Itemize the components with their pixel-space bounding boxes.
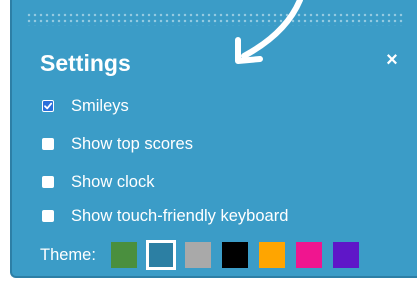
show-touch-keyboard-label: Show touch-friendly keyboard <box>71 207 289 225</box>
theme-row: Theme: <box>40 240 370 270</box>
show-clock-checkbox[interactable] <box>42 176 54 188</box>
theme-swatch-gray[interactable] <box>184 242 211 268</box>
theme-swatch-blue[interactable] <box>145 240 176 270</box>
option-smileys[interactable]: Smileys <box>42 94 129 118</box>
theme-swatch-orange[interactable] <box>258 242 285 268</box>
settings-panel: Settings × Smileys Show top scores Show … <box>10 0 417 278</box>
theme-swatch-pink[interactable] <box>295 242 322 268</box>
drag-handle-icon[interactable] <box>26 12 404 26</box>
show-clock-label: Show clock <box>71 173 155 191</box>
smileys-checkbox[interactable] <box>42 100 54 112</box>
theme-swatch-purple[interactable] <box>332 242 359 268</box>
option-show-touch-keyboard[interactable]: Show touch-friendly keyboard <box>42 204 288 228</box>
checkmark-icon <box>44 102 53 110</box>
settings-title: Settings <box>40 50 131 76</box>
option-show-top-scores[interactable]: Show top scores <box>42 132 193 156</box>
theme-label: Theme: <box>40 245 96 264</box>
close-icon[interactable]: × <box>380 48 404 72</box>
show-touch-keyboard-checkbox[interactable] <box>42 210 54 222</box>
theme-swatch-black[interactable] <box>221 242 248 268</box>
show-top-scores-checkbox[interactable] <box>42 138 54 150</box>
show-top-scores-label: Show top scores <box>71 135 193 153</box>
option-show-clock[interactable]: Show clock <box>42 170 154 194</box>
smileys-label: Smileys <box>71 97 129 115</box>
theme-swatch-green[interactable] <box>110 242 137 268</box>
arrow-pointer-icon <box>235 0 303 64</box>
